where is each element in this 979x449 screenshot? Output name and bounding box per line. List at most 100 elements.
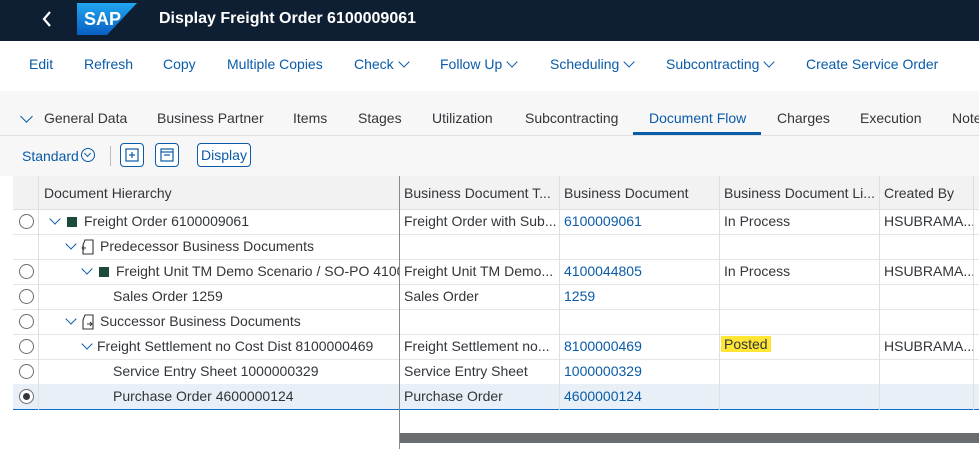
table-row[interactable]: Freight Settlement no Cost Dist 81000004…: [13, 334, 979, 360]
follow-up-label: Follow Up: [440, 56, 503, 72]
toolbar-divider: [110, 146, 111, 166]
collapse-node-icon[interactable]: [155, 143, 179, 167]
expand-node-icon[interactable]: [120, 143, 144, 167]
tree-expand-chevron-icon[interactable]: [81, 263, 93, 275]
row-select-radio[interactable]: [19, 264, 34, 279]
variant-selector[interactable]: Standard: [22, 148, 79, 164]
chevron-down-icon: [763, 56, 776, 68]
subcontracting-menu-button[interactable]: Subcontracting: [666, 56, 776, 72]
doc-link[interactable]: 4600000124: [564, 388, 642, 404]
hierarchy-cell: Service Entry Sheet 1000000329: [113, 363, 319, 379]
table-row[interactable]: Freight Order 6100009061 Freight Order w…: [13, 209, 979, 235]
column-header-created-by[interactable]: Created By: [884, 185, 954, 201]
doc-type-cell: Sales Order: [404, 288, 479, 304]
column-divider: [973, 176, 974, 410]
row-select-radio[interactable]: [19, 289, 34, 304]
successor-doc-icon: [81, 314, 95, 333]
tab-subcontracting[interactable]: Subcontracting: [525, 110, 618, 126]
column-header-doc-type[interactable]: Business Document T...: [404, 185, 551, 201]
active-tab-indicator: [633, 132, 761, 135]
shell-bar: SAP Display Freight Order 6100009061: [0, 0, 979, 41]
tab-bar: General Data Business Partner Items Stag…: [0, 91, 979, 136]
tree-expand-chevron-icon[interactable]: [49, 213, 61, 225]
tab-note[interactable]: Note: [952, 110, 979, 126]
sap-logo: SAP: [77, 3, 137, 35]
column-header-hierarchy[interactable]: Document Hierarchy: [44, 185, 172, 201]
row-select-radio[interactable]: [19, 389, 34, 404]
tab-stages[interactable]: Stages: [358, 110, 402, 126]
tab-document-flow[interactable]: Document Flow: [649, 110, 746, 126]
created-by-cell: HSUBRAMA...: [884, 338, 976, 354]
doc-link[interactable]: 1000000329: [564, 363, 642, 379]
edit-button[interactable]: Edit: [29, 56, 53, 72]
back-chevron-icon[interactable]: [38, 8, 58, 30]
display-button[interactable]: Display: [197, 143, 251, 167]
row-select-radio[interactable]: [19, 214, 34, 229]
tab-general-data[interactable]: General Data: [44, 110, 127, 126]
follow-up-menu-button[interactable]: Follow Up: [440, 56, 518, 72]
svg-text:SAP: SAP: [84, 9, 121, 29]
column-divider: [719, 176, 720, 410]
scheduling-menu-button[interactable]: Scheduling: [550, 56, 635, 72]
tree-expand-chevron-icon[interactable]: [65, 313, 77, 325]
row-select-radio[interactable]: [19, 339, 34, 354]
subcontracting-label: Subcontracting: [666, 56, 760, 72]
refresh-button[interactable]: Refresh: [84, 56, 133, 72]
fixed-column-divider[interactable]: [399, 176, 400, 449]
table-row[interactable]: Predecessor Business Documents: [13, 234, 979, 260]
chevron-down-icon: [506, 56, 518, 68]
predecessor-doc-icon: [81, 239, 95, 258]
row-select-radio[interactable]: [19, 314, 34, 329]
doc-type-cell: Freight Order with Sub...: [404, 213, 557, 229]
scheduling-label: Scheduling: [550, 56, 620, 72]
lifecycle-cell: In Process: [724, 263, 791, 279]
tab-utilization[interactable]: Utilization: [432, 110, 493, 126]
hierarchy-cell: Purchase Order 4600000124: [113, 388, 294, 404]
table-header: Document Hierarchy Business Document T..…: [13, 176, 979, 210]
doc-type-cell: Service Entry Sheet: [404, 363, 528, 379]
column-header-doc[interactable]: Business Document: [564, 185, 689, 201]
tab-business-partner[interactable]: Business Partner: [157, 110, 264, 126]
created-by-cell: HSUBRAMA...: [884, 263, 976, 279]
check-label: Check: [354, 56, 394, 72]
tab-items[interactable]: Items: [293, 110, 327, 126]
column-divider: [879, 176, 880, 410]
doc-link[interactable]: 8100000469: [564, 338, 642, 354]
variant-dropdown-icon[interactable]: [81, 148, 95, 162]
doc-type-cell: Purchase Order: [404, 388, 503, 404]
chevron-down-icon: [398, 56, 410, 68]
doc-type-cell: Freight Settlement no...: [404, 338, 550, 354]
doc-link[interactable]: 6100009061: [564, 213, 642, 229]
table-row-selected[interactable]: Purchase Order 4600000124 Purchase Order…: [13, 384, 979, 410]
hierarchy-cell: Freight Order 6100009061: [84, 213, 249, 229]
tree-expand-chevron-icon[interactable]: [81, 338, 93, 350]
table-row[interactable]: Successor Business Documents: [13, 309, 979, 335]
doc-link[interactable]: 1259: [564, 288, 595, 304]
created-by-cell: HSUBRAMA...: [884, 213, 976, 229]
doc-type-cell: Freight Unit TM Demo...: [404, 263, 554, 279]
create-service-order-button[interactable]: Create Service Order: [806, 56, 938, 72]
tree-expand-chevron-icon[interactable]: [65, 238, 77, 250]
header-toolbar: Edit Refresh Copy Multiple Copies Check …: [0, 41, 979, 92]
check-menu-button[interactable]: Check: [354, 56, 410, 72]
hierarchy-cell: Sales Order 1259: [113, 288, 223, 304]
freight-unit-status-icon: [99, 267, 109, 277]
row-select-radio[interactable]: [19, 364, 34, 379]
lifecycle-cell: In Process: [724, 213, 791, 229]
hierarchy-cell: Freight Settlement no Cost Dist 81000004…: [97, 338, 374, 354]
copy-button[interactable]: Copy: [163, 56, 196, 72]
table-row[interactable]: Sales Order 1259 Sales Order 1259: [13, 284, 979, 310]
tab-execution[interactable]: Execution: [860, 110, 921, 126]
hierarchy-cell: Predecessor Business Documents: [100, 238, 314, 254]
table-row[interactable]: Freight Unit TM Demo Scenario / SO-PO 41…: [13, 259, 979, 285]
horizontal-scrollbar[interactable]: [400, 433, 979, 443]
doc-link[interactable]: 4100044805: [564, 263, 642, 279]
tab-charges[interactable]: Charges: [777, 110, 830, 126]
hierarchy-cell: Successor Business Documents: [100, 313, 301, 329]
column-header-lifecycle[interactable]: Business Document Li...: [724, 185, 875, 201]
hierarchy-cell: Freight Unit TM Demo Scenario / SO-PO 41…: [116, 263, 399, 279]
table-row[interactable]: Service Entry Sheet 1000000329 Service E…: [13, 359, 979, 385]
table-toolbar: [0, 136, 979, 176]
multiple-copies-button[interactable]: Multiple Copies: [227, 56, 323, 72]
lifecycle-cell: Posted: [721, 336, 771, 352]
